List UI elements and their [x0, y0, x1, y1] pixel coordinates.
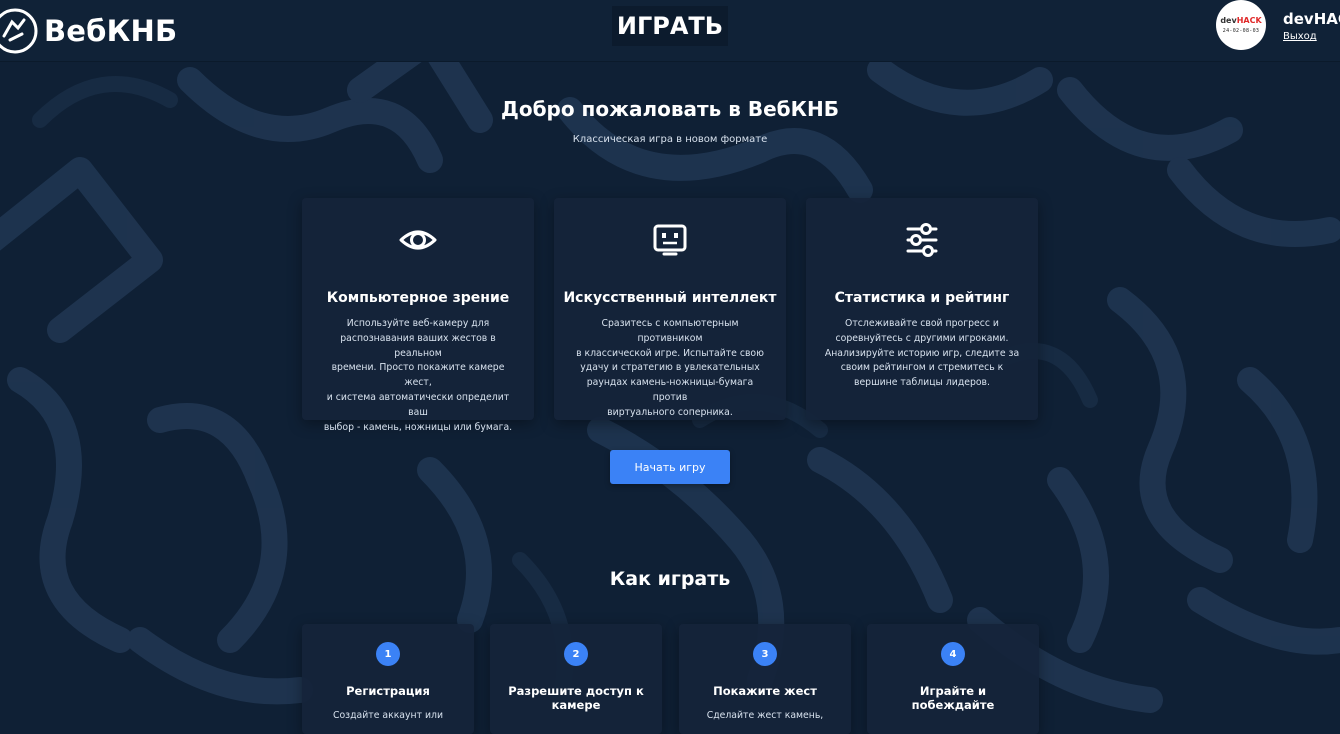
feature-description: Используйте веб-камеру для распознавания… [320, 317, 516, 435]
main-content: Добро пожаловать в ВебКНБ Классическая и… [0, 62, 1340, 734]
feature-description-line: выбор - камень, ножницы или бумага. [323, 421, 513, 433]
step-number-badge: 2 [564, 642, 588, 666]
logo[interactable]: ВебКНБ [0, 4, 177, 58]
feature-description-line: в классической игре. Испытайте свою [576, 347, 764, 359]
avatar-brand-prefix: dev [1220, 16, 1237, 25]
step-card-camera-access: 2 Разрешите доступ к камере [490, 624, 662, 734]
feature-description: Сразитесь с компьютерным противником в к… [572, 317, 768, 421]
step-card-play-and-win: 4 Играйте и побеждайте [867, 624, 1039, 734]
welcome-title: Добро пожаловать в ВебКНБ [501, 97, 839, 121]
step-title-line: камере [551, 698, 601, 712]
step-title: Разрешите доступ к камере [500, 684, 652, 712]
step-number-badge: 1 [376, 642, 400, 666]
step-title-line: Покажите жест [713, 684, 817, 698]
top-bar: ВебКНБ ИГРАТЬ devHACK 24-02-08-03 devHAC… [0, 0, 1340, 62]
feature-description-line: распознавания ваших жестов в реальном [340, 332, 496, 359]
step-title: Регистрация [312, 684, 464, 698]
step-title-line: Регистрация [346, 684, 430, 698]
feature-description-line: своим рейтингом и стремитесь к [840, 362, 1004, 374]
eye-icon [399, 230, 437, 250]
avatar-brand-highlight: HACK [1236, 16, 1262, 25]
feature-description-line: Сразитесь с компьютерным противником [601, 318, 739, 344]
step-description: Создайте аккаунт или [333, 710, 443, 721]
user-name: devHACK [1283, 10, 1340, 28]
step-number-badge: 3 [753, 642, 777, 666]
avatar-brand: devHACK [1220, 16, 1261, 25]
logo-text: ВебКНБ [44, 14, 178, 48]
logo-hand-icon [0, 8, 38, 54]
avatar-date: 24-02-08-03 [1222, 28, 1260, 34]
feature-description-line: Используйте веб-камеру для [346, 318, 490, 329]
feature-title: Компьютерное зрение [326, 290, 510, 306]
feature-description-line: удачу и стратегию в увлекательных [580, 362, 760, 374]
logout-link[interactable]: Выход [1283, 31, 1317, 42]
robot-icon [653, 224, 687, 256]
feature-description: Отслеживайте свой прогресс и соревнуйтес… [824, 317, 1020, 391]
step-title-line: побеждайте [911, 698, 995, 712]
avatar[interactable]: devHACK 24-02-08-03 [1216, 0, 1266, 50]
feature-description-line: времени. Просто покажите камере жест, [331, 362, 505, 389]
feature-title: Статистика и рейтинг [834, 290, 1010, 306]
feature-description-line: соревнуйтесь с другими игроками. [835, 332, 1009, 344]
feature-card-statistics: Статистика и рейтинг Отслеживайте свой п… [806, 198, 1038, 420]
feature-description-line: Отслеживайте свой прогресс и [845, 318, 999, 329]
how-to-play-title: Как играть [609, 568, 731, 590]
step-title-line: Разрешите доступ к [508, 684, 644, 698]
step-title-line: Играйте и [919, 684, 987, 698]
sliders-icon [906, 223, 938, 257]
feature-description-line: виртуального соперника. [607, 406, 733, 418]
feature-description-line: и система автоматически определит ваш [326, 391, 510, 418]
welcome-subtitle: Классическая игра в новом формате [572, 134, 768, 145]
step-title: Покажите жест [689, 684, 841, 698]
step-card-registration: 1 Регистрация Создайте аккаунт или [302, 624, 474, 734]
feature-description-line: вершине таблицы лидеров. [853, 377, 990, 389]
step-title: Играйте и побеждайте [877, 684, 1029, 712]
feature-card-computer-vision: Компьютерное зрение Используйте веб-каме… [302, 198, 534, 433]
step-card-show-gesture: 3 Покажите жест Сделайте жест камень, [679, 624, 851, 734]
step-description: Сделайте жест камень, [706, 710, 824, 721]
nav-play-link[interactable]: ИГРАТЬ [612, 6, 728, 46]
feature-title: Искусственный интеллект [563, 290, 777, 306]
step-number-badge: 4 [941, 642, 965, 666]
feature-card-ai: Искусственный интеллект Сразитесь с комп… [554, 198, 786, 420]
start-game-button[interactable]: Начать игру [610, 450, 730, 484]
feature-description-line: раундах камень-ножницы-бумага против [586, 377, 754, 403]
feature-description-line: Анализируйте историю игр, следите за [824, 347, 1020, 359]
